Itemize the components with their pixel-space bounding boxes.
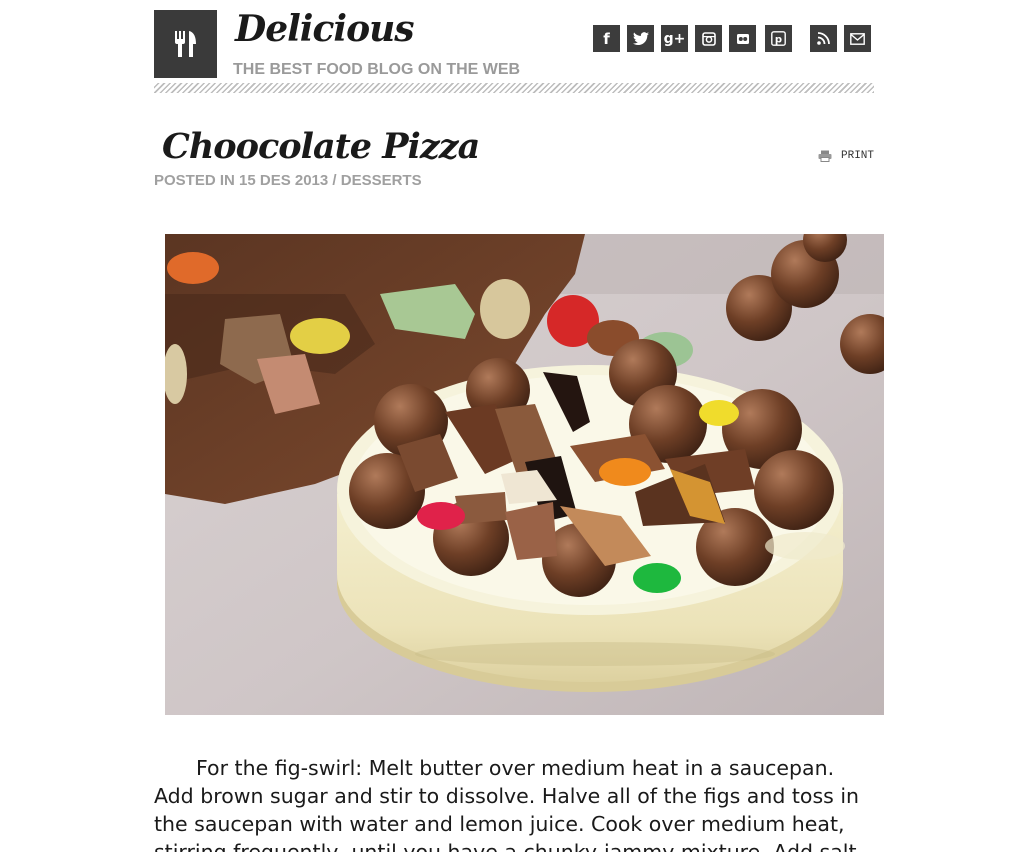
facebook-icon[interactable]: f	[593, 25, 620, 52]
instagram-camera-icon	[701, 31, 716, 46]
site-logo[interactable]	[154, 10, 217, 78]
printer-icon	[818, 150, 832, 162]
instagram-icon[interactable]	[695, 25, 722, 52]
facebook-glyph: f	[603, 29, 610, 48]
print-label: PRINT	[841, 150, 875, 162]
envelope-icon	[850, 32, 865, 45]
pinterest-icon[interactable]: p	[765, 25, 792, 52]
flickr-icon[interactable]	[729, 25, 756, 52]
flickr-dots-icon	[736, 33, 749, 44]
header-divider	[154, 83, 874, 93]
twitter-icon[interactable]	[627, 25, 654, 52]
email-icon[interactable]	[844, 25, 871, 52]
print-button[interactable]: PRINT	[818, 150, 874, 162]
site-tagline: THE BEST FOOD BLOG ON THE WEB	[233, 61, 521, 78]
svg-text:p: p	[775, 35, 782, 46]
rss-icon[interactable]	[810, 25, 837, 52]
twitter-bird-icon	[632, 32, 649, 45]
post-date: POSTED IN 15 DES 2013 /	[154, 172, 341, 189]
post-title[interactable]: Choocolate Pizza	[162, 126, 480, 167]
post-meta: POSTED IN 15 DES 2013 / DESSERTS	[154, 172, 422, 189]
pinterest-p-icon: p	[771, 31, 786, 46]
post-body: For the fig-swirl: Melt butter over medi…	[154, 756, 860, 852]
rss-feed-icon	[817, 32, 830, 45]
fork-knife-icon	[174, 31, 196, 57]
site-title[interactable]: Delicious	[235, 8, 415, 50]
google-plus-icon[interactable]: g+	[661, 25, 688, 52]
post-category-link[interactable]: DESSERTS	[341, 172, 422, 189]
featured-image[interactable]	[165, 234, 884, 715]
google-plus-glyph: g+	[663, 30, 686, 47]
